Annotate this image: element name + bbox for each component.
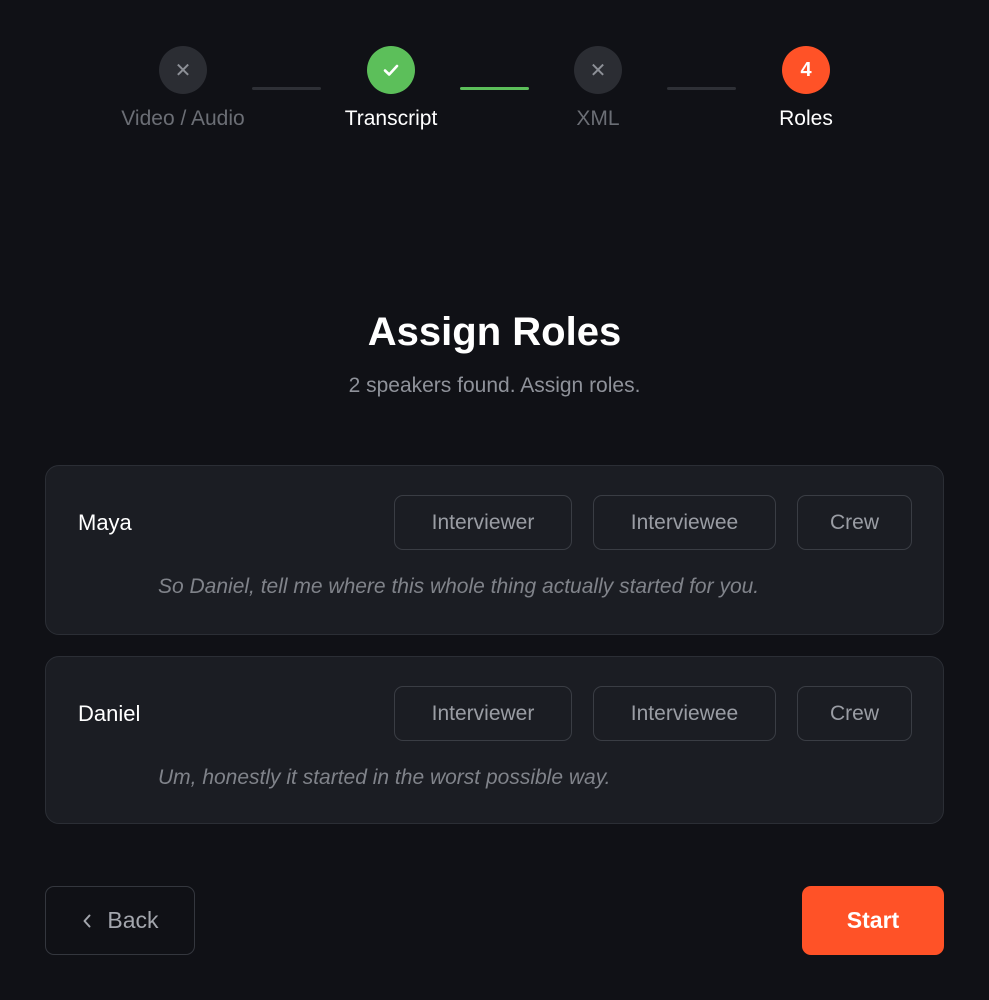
step-label-transcript: Transcript [344,107,438,130]
step-label-video-audio: Video / Audio [121,107,245,130]
step-xml[interactable]: ✕ XML [508,46,688,132]
assign-roles-page: ✕ Video / Audio Transcript ✕ XML 4 Roles… [0,0,989,1000]
page-title: Assign Roles [367,310,622,354]
step-label-roles: Roles [779,107,833,130]
step-label-xml: XML [576,107,620,130]
back-button-label: Back [107,907,159,933]
step-video-audio[interactable]: ✕ Video / Audio [93,46,273,132]
interviewer-role-button[interactable]: Interviewer [394,495,572,550]
speaker-card: Daniel Interviewer Interviewee Crew Um, … [45,656,944,824]
page-subtitle: 2 speakers found. Assign roles. [348,374,641,397]
speaker-quote: So Daniel, tell me where this whole thin… [158,575,760,598]
step-number-badge: 4 [782,46,830,94]
check-icon [367,46,415,94]
step-roles[interactable]: 4 Roles [716,46,896,132]
progress-stepper: ✕ Video / Audio Transcript ✕ XML 4 Roles [0,46,989,146]
speaker-name: Maya [78,510,132,535]
chevron-left-icon [81,912,93,930]
interviewee-role-button[interactable]: Interviewee [593,686,776,741]
close-icon: ✕ [159,46,207,94]
crew-role-button[interactable]: Crew [797,686,912,741]
speaker-card: Maya Interviewer Interviewee Crew So Dan… [45,465,944,635]
speaker-quote: Um, honestly it started in the worst pos… [158,766,611,789]
step-transcript[interactable]: Transcript [301,46,481,132]
interviewee-role-button[interactable]: Interviewee [593,495,776,550]
interviewer-role-button[interactable]: Interviewer [394,686,572,741]
crew-role-button[interactable]: Crew [797,495,912,550]
back-button[interactable]: Back [45,886,195,955]
speaker-name: Daniel [78,701,141,726]
close-icon: ✕ [574,46,622,94]
start-button[interactable]: Start [802,886,944,955]
